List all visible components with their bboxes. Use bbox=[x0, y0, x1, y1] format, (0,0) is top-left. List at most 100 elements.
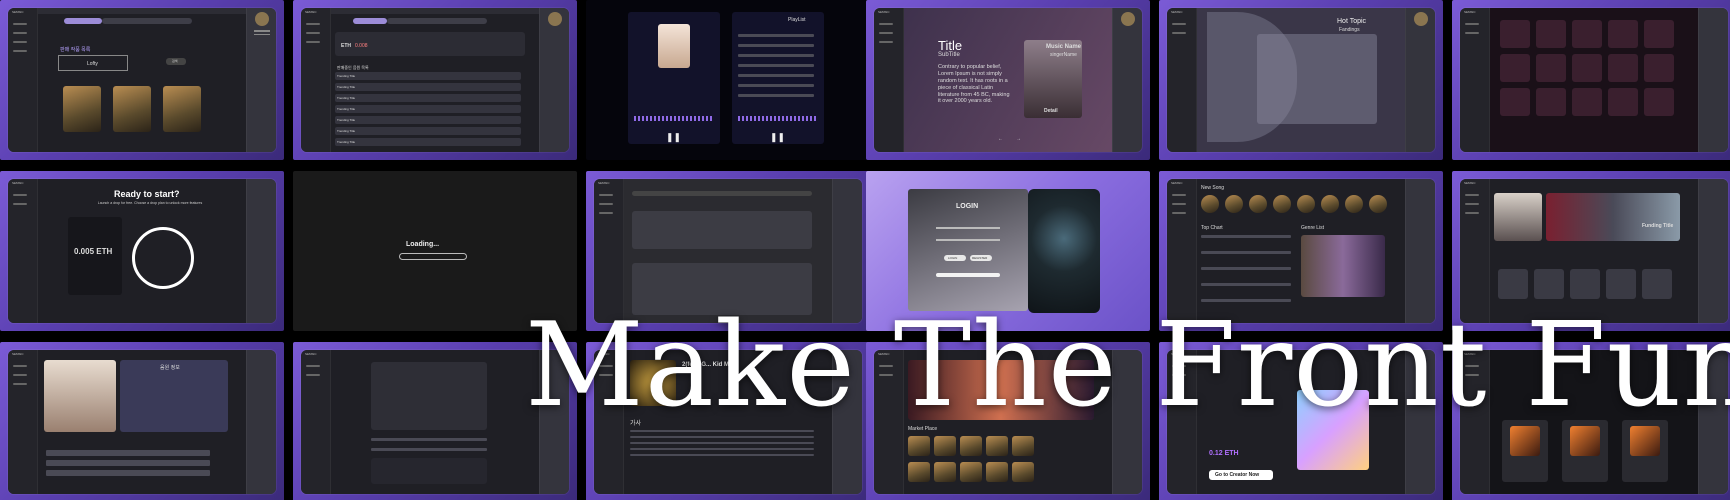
detail-button[interactable]: Detail bbox=[1044, 108, 1058, 114]
list-item[interactable] bbox=[738, 44, 814, 47]
sidebar-item[interactable] bbox=[879, 23, 893, 25]
avatar[interactable] bbox=[1413, 12, 1428, 26]
song-thumb[interactable] bbox=[1273, 195, 1291, 213]
sidebar-item[interactable] bbox=[13, 50, 27, 52]
song-thumb[interactable] bbox=[1321, 195, 1339, 213]
username-field[interactable] bbox=[936, 227, 1000, 229]
market-item[interactable] bbox=[960, 436, 982, 456]
next-arrow-icon[interactable]: → bbox=[1016, 136, 1021, 142]
table-row[interactable]: Trending Title bbox=[335, 94, 521, 102]
funding-banner[interactable]: Funding Title bbox=[1546, 193, 1680, 241]
grid-item[interactable] bbox=[1644, 88, 1674, 116]
funding-item[interactable] bbox=[1606, 269, 1636, 299]
pause-icon[interactable]: ❚❚ bbox=[770, 132, 785, 143]
music-card[interactable]: Music Name singerName Detail bbox=[1024, 40, 1082, 118]
waveform[interactable] bbox=[634, 116, 714, 121]
list-item[interactable] bbox=[46, 450, 210, 456]
list-item[interactable] bbox=[738, 64, 814, 67]
sidebar-item[interactable] bbox=[1172, 212, 1186, 214]
tab-active[interactable] bbox=[353, 18, 387, 24]
tab-active[interactable] bbox=[64, 18, 102, 24]
prev-arrow-icon[interactable]: ← bbox=[998, 136, 1003, 142]
search-input[interactable]: Lofty bbox=[58, 55, 128, 71]
table-row[interactable]: Trending Title bbox=[335, 138, 521, 146]
song-thumb[interactable] bbox=[1201, 195, 1219, 213]
sidebar-item[interactable] bbox=[13, 365, 27, 367]
sidebar-item[interactable] bbox=[13, 374, 27, 376]
avatar[interactable] bbox=[1120, 12, 1135, 26]
table-row[interactable]: Trending Title bbox=[335, 116, 521, 124]
faq-accordion[interactable] bbox=[371, 362, 487, 430]
faq-item[interactable] bbox=[371, 438, 487, 441]
sidebar-item[interactable] bbox=[306, 374, 320, 376]
list-item[interactable] bbox=[46, 460, 210, 466]
avatar[interactable] bbox=[254, 12, 269, 26]
album-art[interactable] bbox=[658, 24, 690, 68]
list-item[interactable] bbox=[738, 54, 814, 57]
sidebar-item[interactable] bbox=[1465, 32, 1479, 34]
grid-item[interactable] bbox=[1500, 88, 1530, 116]
chart-row[interactable] bbox=[1201, 283, 1291, 286]
list-item[interactable] bbox=[46, 470, 210, 476]
sidebar-item[interactable] bbox=[13, 32, 27, 34]
sidebar-item[interactable] bbox=[1172, 23, 1186, 25]
market-item[interactable] bbox=[1012, 462, 1034, 482]
chart-row[interactable] bbox=[1201, 267, 1291, 270]
list-item[interactable] bbox=[738, 94, 814, 97]
funding-item[interactable] bbox=[1534, 269, 1564, 299]
grid-item[interactable] bbox=[1500, 54, 1530, 82]
sidebar-item[interactable] bbox=[1172, 32, 1186, 34]
sidebar-item[interactable] bbox=[1465, 23, 1479, 25]
funding-item[interactable] bbox=[1570, 269, 1600, 299]
market-item[interactable] bbox=[1012, 436, 1034, 456]
list-item[interactable] bbox=[738, 74, 814, 77]
market-item[interactable] bbox=[934, 436, 956, 456]
song-thumb[interactable] bbox=[1297, 195, 1315, 213]
grid-item[interactable] bbox=[1536, 88, 1566, 116]
faq-item[interactable] bbox=[371, 448, 487, 451]
password-field[interactable] bbox=[936, 239, 1000, 241]
market-item[interactable] bbox=[960, 462, 982, 482]
table-row[interactable]: Trending Title bbox=[335, 127, 521, 135]
sidebar-item[interactable] bbox=[306, 32, 320, 34]
sidebar-item[interactable] bbox=[306, 41, 320, 43]
search-button[interactable]: 검색 bbox=[166, 58, 186, 65]
grid-item[interactable] bbox=[1572, 88, 1602, 116]
login-button[interactable]: LOGIN bbox=[944, 255, 966, 261]
footer-subscribe[interactable] bbox=[371, 458, 487, 484]
avatar[interactable] bbox=[547, 12, 562, 26]
song-thumb[interactable] bbox=[1369, 195, 1387, 213]
funding-item[interactable] bbox=[1498, 269, 1528, 299]
editor-area[interactable] bbox=[632, 211, 812, 249]
grid-item[interactable] bbox=[1608, 20, 1638, 48]
waveform[interactable] bbox=[738, 116, 818, 121]
list-item[interactable] bbox=[738, 84, 814, 87]
grid-item[interactable] bbox=[1536, 20, 1566, 48]
social-login-button[interactable] bbox=[936, 273, 1000, 277]
grid-item[interactable] bbox=[1572, 20, 1602, 48]
chart-row[interactable] bbox=[1201, 235, 1291, 238]
sidebar-item[interactable] bbox=[306, 365, 320, 367]
sidebar-item[interactable] bbox=[13, 23, 27, 25]
list-item[interactable] bbox=[738, 34, 814, 37]
sidebar-item[interactable] bbox=[879, 41, 893, 43]
grid-item[interactable] bbox=[1644, 54, 1674, 82]
song-thumb[interactable] bbox=[1345, 195, 1363, 213]
nft-card[interactable] bbox=[63, 86, 101, 132]
table-row[interactable]: Trending Title bbox=[335, 83, 521, 91]
sidebar-item[interactable] bbox=[1465, 203, 1479, 205]
feature-card[interactable] bbox=[1257, 34, 1377, 124]
grid-item[interactable] bbox=[1500, 20, 1530, 48]
sidebar-item[interactable] bbox=[13, 194, 27, 196]
sidebar-item[interactable] bbox=[599, 212, 613, 214]
tab-bar[interactable] bbox=[387, 18, 487, 24]
sidebar-item[interactable] bbox=[13, 203, 27, 205]
artist-image[interactable] bbox=[1494, 193, 1542, 241]
grid-item[interactable] bbox=[1644, 20, 1674, 48]
market-item[interactable] bbox=[908, 462, 930, 482]
grid-item[interactable] bbox=[1572, 54, 1602, 82]
sidebar-item[interactable] bbox=[1465, 194, 1479, 196]
sidebar-item[interactable] bbox=[599, 203, 613, 205]
tab-bar[interactable] bbox=[632, 191, 812, 196]
funding-item[interactable] bbox=[1642, 269, 1672, 299]
